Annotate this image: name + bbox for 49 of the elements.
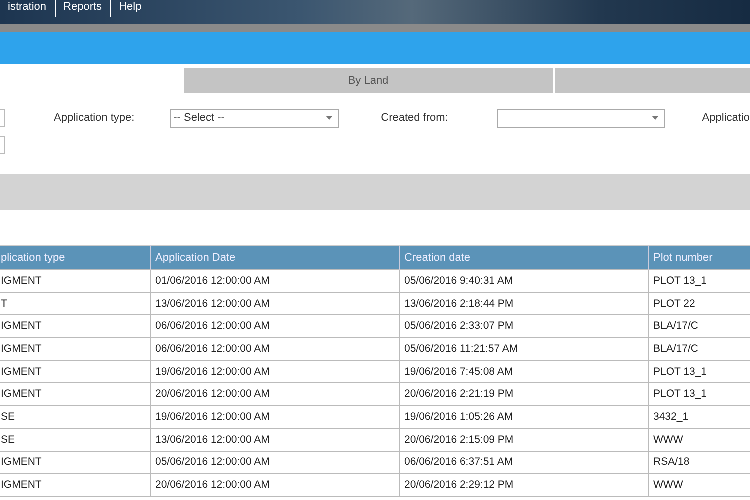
table-cell: IGMENT [0,338,150,360]
table-cell: 13/06/2016 12:00:00 AM [150,428,399,451]
table-cell: 13/06/2016 12:00:00 AM [150,292,399,315]
column-header[interactable]: Creation date [399,246,648,270]
tab[interactable]: By Land [184,68,553,93]
input-field[interactable] [0,109,5,127]
tab[interactable] [555,68,750,93]
dropdown[interactable]: -- Select -- [170,108,340,128]
table-cell: 20/06/2016 2:21:19 PM [399,382,648,406]
column-header[interactable]: Application Date [150,246,399,270]
caret-icon [326,116,334,120]
table-cell: IGMENT [0,314,150,338]
table-cell: 05/06/2016 2:33:07 PM [399,314,648,338]
menu-item[interactable]: Help [111,0,150,17]
table-cell: IGMENT [0,474,150,496]
table-cell: 19/06/2016 12:00:00 AM [150,406,399,428]
field-label: Applicatio [702,112,750,124]
table-cell: 06/06/2016 12:00:00 AM [150,338,399,360]
column-header[interactable]: plication type [0,246,150,270]
field-label: Application type: [54,112,136,124]
table-cell: 05/06/2016 11:21:57 AM [399,338,648,360]
dropdown[interactable] [496,108,666,128]
table-cell: SE [0,428,150,451]
table-cell: 06/06/2016 6:37:51 AM [399,451,648,474]
input-field[interactable] [0,136,5,154]
table-cell: IGMENT [0,360,150,383]
table-cell: 05/06/2016 12:00:00 AM [150,451,399,474]
table-cell: IGMENT [0,382,150,406]
table-cell: PLOT 13_1 [648,270,750,292]
table-cell: 05/06/2016 9:40:31 AM [399,270,648,292]
table-cell: T [0,292,150,315]
table-cell: 19/06/2016 12:00:00 AM [150,360,399,383]
field-label: Created from: [381,112,450,124]
table-cell: 20/06/2016 12:00:00 AM [150,382,399,406]
table-cell: 20/06/2016 2:29:12 PM [399,474,648,496]
table-cell: 19/06/2016 1:05:26 AM [399,406,648,428]
table-cell: 13/06/2016 2:18:44 PM [399,292,648,315]
table-cell: 20/06/2016 12:00:00 AM [150,474,399,496]
table-cell: IGMENT [0,451,150,474]
menu-item[interactable]: istration [0,0,56,17]
table-cell: 19/06/2016 7:45:08 AM [399,360,648,383]
caret-icon [652,116,660,120]
column-header[interactable]: Plot number [648,246,750,270]
table-cell: SE [0,406,150,428]
table-cell: IGMENT [0,270,150,292]
table-cell: 01/06/2016 12:00:00 AM [150,270,399,292]
table-cell: 06/06/2016 12:00:00 AM [150,314,399,338]
table-cell: 20/06/2016 2:15:09 PM [399,428,648,451]
menu-item[interactable]: Reports [56,0,112,17]
